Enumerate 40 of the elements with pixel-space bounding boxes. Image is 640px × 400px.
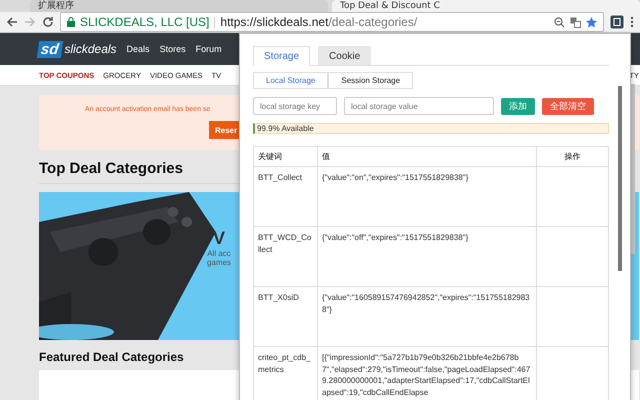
table-cell: {"value":"off","expires":"1517551829838"}: [318, 226, 536, 286]
menu-icon[interactable]: [630, 16, 634, 28]
column-header: 操作: [536, 146, 608, 166]
popup-tab[interactable]: Storage: [253, 46, 310, 66]
browser-tab[interactable]: Top Deal & Discount C: [332, 0, 640, 12]
address-bar[interactable]: SLICKDEALS, LLC [US] https://slickdeals.net/deal-categories/: [60, 12, 604, 32]
storage-tab[interactable]: Session Storage: [328, 72, 414, 89]
lock-icon: [67, 17, 75, 27]
table-cell: {"value":"160589157476942852","expires":"1517551829838"}: [318, 286, 536, 346]
table-cell: BTT_X0siD: [254, 286, 318, 346]
url-text: https://slickdeals.net/deal-categories/: [220, 15, 418, 29]
column-header: 值: [318, 146, 536, 166]
banner-text: games: [207, 258, 232, 267]
zoom-icon[interactable]: [554, 16, 565, 28]
star-icon[interactable]: [586, 16, 597, 28]
nav-link[interactable]: Stores: [160, 44, 186, 54]
column-header: 关键词: [254, 146, 318, 166]
table-cell: BTT_WCD_Collect: [254, 226, 318, 286]
nav-link[interactable]: Forum: [196, 44, 222, 54]
site-logo[interactable]: sd slickdeals: [38, 40, 117, 58]
table-cell: {"value":"on","expires":"1517551829838"}: [318, 166, 536, 226]
table-cell: BTT_Collect: [254, 166, 318, 226]
banner-title: V: [213, 228, 226, 249]
storage-tab[interactable]: Local Storage: [253, 72, 328, 89]
available-notice: 99.9% Available: [253, 123, 609, 134]
back-icon[interactable]: [6, 16, 18, 28]
clear-all-button[interactable]: 全部清空: [542, 98, 594, 114]
browser-tab[interactable]: 扩展程序: [30, 0, 328, 12]
nav-link[interactable]: Deals: [126, 44, 150, 54]
translate-icon[interactable]: [570, 16, 581, 28]
key-field[interactable]: local storage key: [253, 97, 337, 115]
popup-tab[interactable]: Cookie: [318, 46, 372, 66]
site-owner: SLICKDEALS, LLC [US]: [80, 15, 210, 29]
section-heading: Featured Deal Categories: [39, 350, 184, 364]
extension-icon[interactable]: [610, 15, 624, 29]
reload-icon[interactable]: [42, 16, 54, 28]
scrollbar[interactable]: [618, 86, 622, 271]
value-field[interactable]: local storage value: [344, 97, 494, 115]
table-cell: criteo_pt_cdb_metrics: [254, 346, 318, 400]
banner-text: All acc: [207, 249, 231, 258]
